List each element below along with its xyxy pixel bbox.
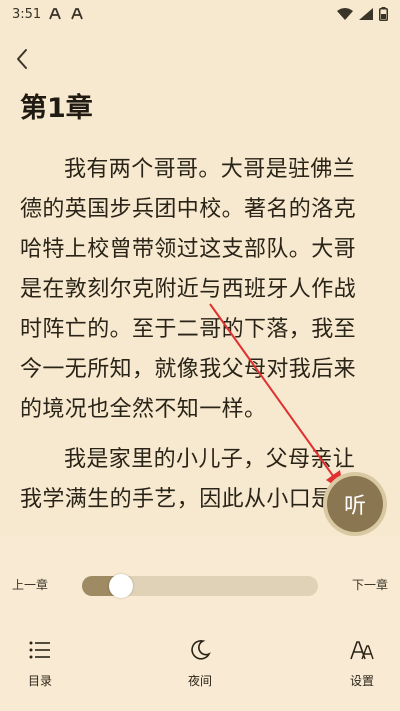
font-a-icon <box>49 8 63 20</box>
back-button[interactable] <box>8 44 36 74</box>
chapter-progress: 上一章 下一章 <box>0 572 400 600</box>
chapter-progress-slider[interactable] <box>82 574 318 598</box>
chevron-left-icon <box>17 49 27 69</box>
status-right <box>337 7 388 21</box>
status-bar: 3:51 <box>0 0 400 28</box>
reading-content[interactable]: 我有两个哥哥。大哥是驻佛兰德的英国步兵团中校。著名的洛克哈特上校曾带领过这支部队… <box>20 150 376 535</box>
bottom-nav: 目录 夜间 设置 <box>0 636 400 706</box>
battery-icon <box>379 7 388 21</box>
nav-item-catalog[interactable]: 目录 <box>0 636 80 706</box>
next-chapter-button[interactable]: 下一章 <box>352 576 388 593</box>
paragraph: 我是家里的小儿子，父母亲让我学满生的手艺，因此从小口是 <box>20 447 356 512</box>
nav-item-settings[interactable]: 设置 <box>322 636 400 706</box>
nav-item-label: 目录 <box>27 674 52 688</box>
status-left: 3:51 <box>12 7 85 22</box>
slider-thumb[interactable] <box>109 574 134 598</box>
nav-item-label: 夜间 <box>187 674 212 688</box>
listen-button[interactable]: 听 <box>327 476 383 532</box>
status-time: 3:51 <box>12 6 42 22</box>
wifi-icon <box>337 8 353 20</box>
nav-item-label: 设置 <box>349 674 374 688</box>
listen-button-label: 听 <box>343 494 366 519</box>
font-settings-icon <box>348 636 376 664</box>
nav-item-night[interactable]: 夜间 <box>160 636 240 706</box>
signal-icon <box>359 8 373 20</box>
font-a-icon <box>71 8 85 20</box>
bottom-panel: 上一章 下一章 目录 夜间 设置 <box>0 536 400 711</box>
chapter-title: 第1章 <box>20 93 93 124</box>
prev-chapter-button[interactable]: 上一章 <box>12 576 48 593</box>
paragraph: 我有两个哥哥。大哥是驻佛兰德的英国步兵团中校。著名的洛克哈特上校曾带领过这支部队… <box>20 157 357 422</box>
menu-list-icon <box>26 636 54 664</box>
moon-icon <box>186 636 214 664</box>
